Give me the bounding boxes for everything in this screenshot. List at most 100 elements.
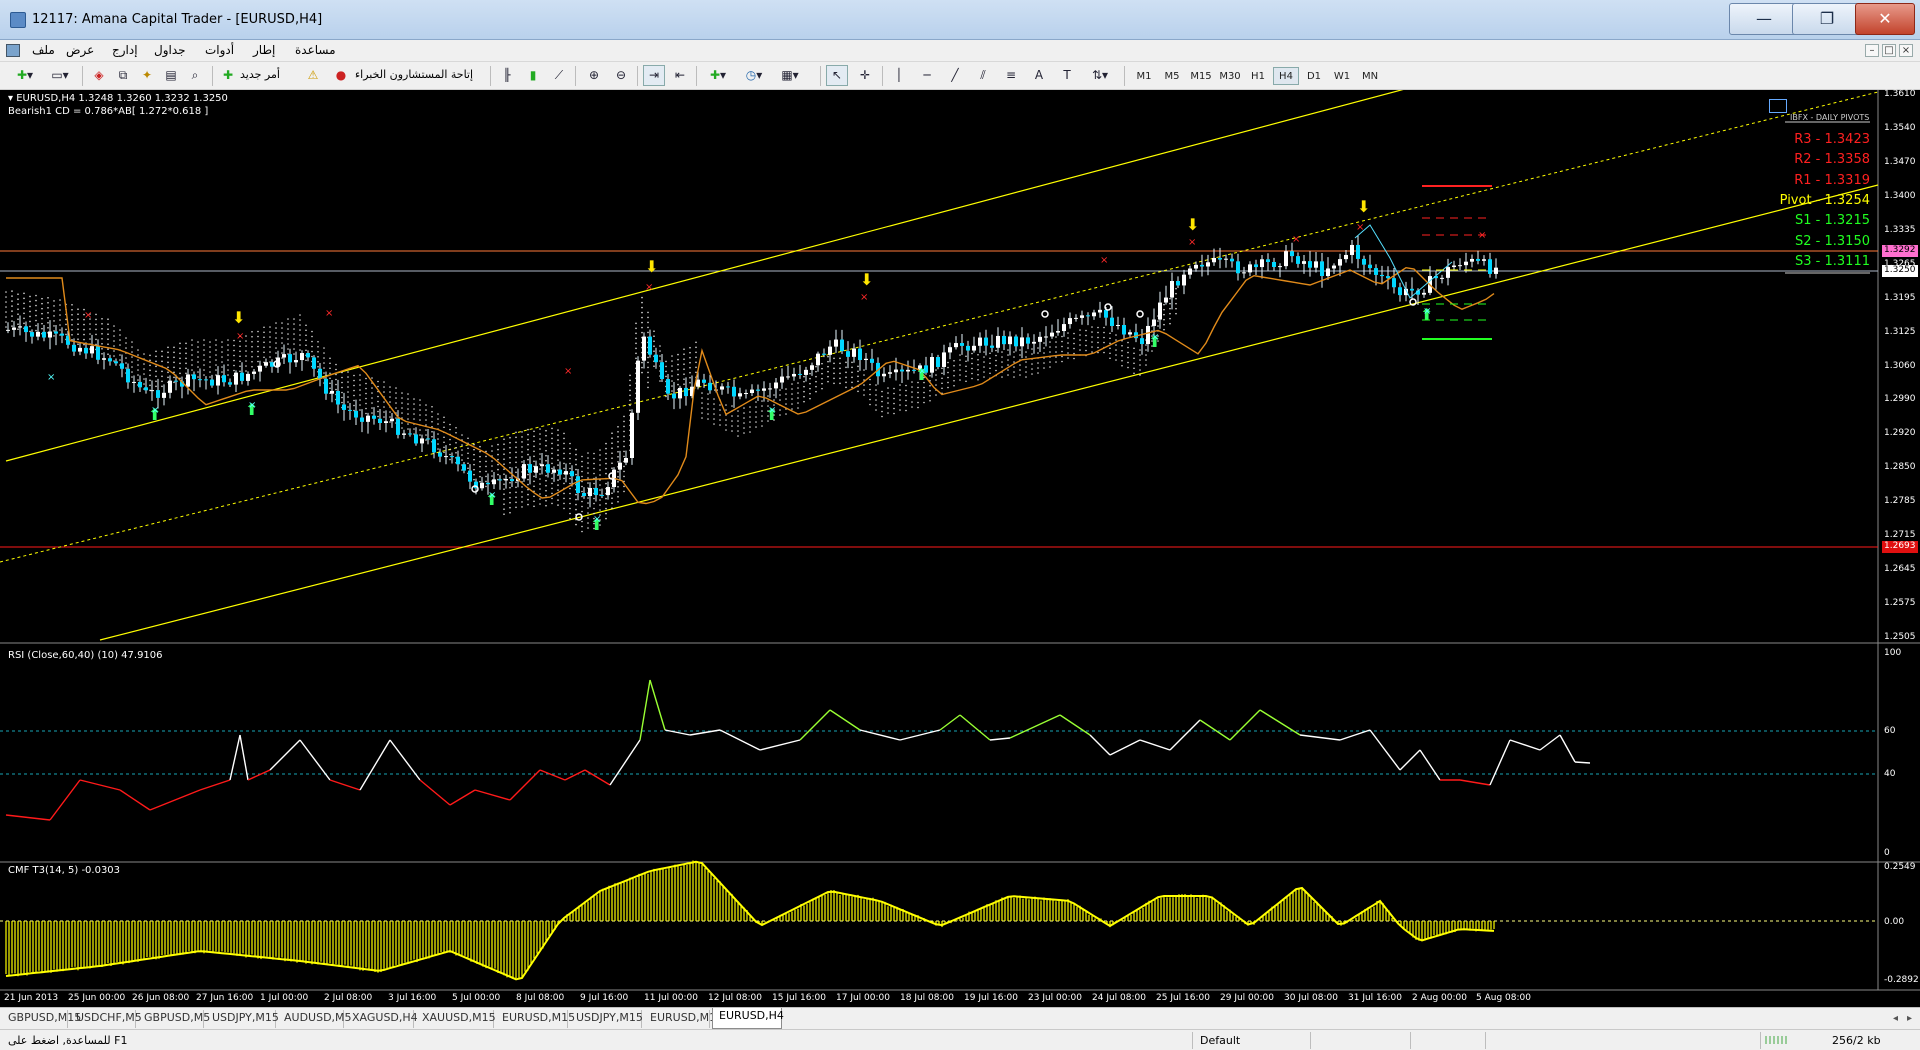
arrows-button[interactable]: ⇅▾ — [1084, 65, 1116, 86]
navigator-button[interactable]: ✦ — [136, 65, 158, 86]
cloud-dot — [545, 489, 547, 492]
cloud-dot — [983, 371, 985, 373]
new-chart-button[interactable]: ✚▾ — [8, 65, 42, 86]
cloud-dot — [47, 316, 49, 319]
auto-scroll-button[interactable]: ⇥ — [643, 65, 665, 86]
profiles-button[interactable]: ▭▾ — [45, 65, 75, 86]
cloud-dot — [569, 502, 571, 505]
timeframe-h4[interactable]: H4 — [1273, 67, 1299, 85]
timeframe-m15[interactable]: M15 — [1187, 67, 1215, 85]
tab-scroll-left-icon[interactable]: ◂ — [1893, 1013, 1898, 1024]
trendline-button[interactable]: ╱ — [944, 65, 966, 86]
maximize-button[interactable]: ❐ — [1792, 3, 1862, 35]
cloud-dot — [323, 352, 325, 354]
tab-usdchf-m5[interactable]: USDCHF,M5 — [70, 1010, 142, 1028]
crosshair-button[interactable]: ✛ — [854, 65, 876, 86]
candle-body — [816, 353, 820, 366]
market-watch-button[interactable]: ◈ — [88, 65, 110, 86]
mdi-minimize-button[interactable]: – — [1865, 44, 1879, 57]
chart-shift-button[interactable]: ⇤ — [669, 65, 691, 86]
tab-usdjpy-m15[interactable]: USDJPY,M15 — [206, 1010, 279, 1028]
expert-advisors-icon-button[interactable]: ● — [330, 65, 352, 86]
cloud-dot — [965, 370, 967, 373]
cloud-dot — [533, 450, 535, 453]
cloud-dot — [23, 302, 25, 305]
tab-gbpusd-m5[interactable]: GBPUSD,M5 — [138, 1010, 210, 1028]
menu-help[interactable]: مساعدة — [295, 43, 336, 57]
zoom-in-button[interactable]: ⊕ — [583, 65, 605, 86]
pivot-level: R1 - 1.3319 — [1794, 172, 1870, 188]
periods-button[interactable]: ◷▾ — [738, 65, 770, 86]
menu-tools[interactable]: أدوات — [205, 43, 234, 57]
cloud-dot — [1163, 303, 1165, 306]
text-button[interactable]: A — [1028, 65, 1050, 86]
fibonacci-button[interactable]: ≡ — [1000, 65, 1022, 86]
data-window-button[interactable]: ⧉ — [112, 65, 134, 86]
timeframe-m30[interactable]: M30 — [1216, 67, 1244, 85]
cloud-dot — [569, 517, 571, 520]
expert-advisors-button[interactable]: إتاحة المستشارون الخبراء — [355, 68, 473, 81]
timeframe-m1[interactable]: M1 — [1131, 67, 1157, 85]
cloud-dot — [107, 348, 109, 351]
tester-button[interactable]: ⌕ — [184, 65, 206, 86]
tab-gbpusd-m15[interactable]: GBPUSD,M15 — [2, 1010, 81, 1028]
text-label-button[interactable]: T — [1056, 65, 1078, 86]
candle-body — [186, 374, 190, 387]
menu-charts[interactable]: جداول — [154, 43, 186, 57]
timeframe-h1[interactable]: H1 — [1245, 67, 1271, 85]
menu-view[interactable]: عرض — [66, 43, 94, 57]
cloud-dot — [1163, 318, 1165, 321]
menu-insert[interactable]: إدارج — [112, 43, 138, 57]
tab-audusd-m5[interactable]: AUDUSD,M5 — [278, 1010, 352, 1028]
timeframe-w1[interactable]: W1 — [1329, 67, 1355, 85]
close-button[interactable]: ✕ — [1855, 3, 1915, 35]
tab-xagusd-h4[interactable]: XAGUSD,H4 — [346, 1010, 418, 1028]
tab-scroll-right-icon[interactable]: ▸ — [1907, 1013, 1912, 1024]
line-chart-button[interactable]: ⟋ — [548, 65, 570, 86]
menu-file[interactable]: ملف — [32, 43, 55, 57]
new-order-button[interactable]: أمر جديد — [240, 68, 280, 81]
cloud-dot — [83, 323, 85, 326]
bar-chart-button[interactable]: ╟ — [496, 65, 518, 86]
terminal-button[interactable]: ▤ — [160, 65, 182, 86]
tab-xauusd-m15[interactable]: XAUUSD,M15 — [416, 1010, 496, 1028]
price-axis-tick: 1.3195 — [1884, 292, 1916, 303]
cloud-dot — [329, 382, 331, 385]
cloud-dot — [479, 460, 481, 463]
cloud-dot — [1079, 334, 1081, 336]
tab-eurusd-m15[interactable]: EURUSD,M15 — [496, 1010, 575, 1028]
price-chart[interactable]: ⬆ ⬆ ⬆ ⬆ ⬆ ⬆ ⬆ ⬆ ⬇ ⬇ ⬇ ⬇ ⬇ × × × × × × × × × × × × × × × × × × × × ▾ EURU… — [0, 89, 1920, 1007]
candle-chart-button[interactable]: ▮ — [522, 65, 544, 86]
candle-body — [318, 368, 322, 379]
zoom-out-button[interactable]: ⊖ — [610, 65, 632, 86]
rsi-line-segment — [1489, 739, 1511, 786]
minimize-button[interactable]: — — [1729, 3, 1799, 35]
cloud-dot — [311, 330, 313, 333]
new-order-icon-button[interactable]: ✚ — [218, 65, 238, 86]
cloud-dot — [137, 369, 139, 371]
cloud-dot — [221, 371, 223, 373]
cloud-dot — [1121, 364, 1123, 367]
timeframe-d1[interactable]: D1 — [1301, 67, 1327, 85]
menu-window[interactable]: إطار — [253, 43, 275, 57]
cloud-dot — [515, 466, 517, 469]
timeframe-mn[interactable]: MN — [1357, 67, 1383, 85]
vertical-line-button[interactable]: │ — [888, 65, 910, 86]
mdi-close-button[interactable]: × — [1899, 44, 1913, 57]
timeframe-m5[interactable]: M5 — [1159, 67, 1185, 85]
tab-eurusd-m1[interactable]: EURUSD,M1 — [644, 1010, 716, 1028]
candle-body — [402, 433, 406, 435]
equidistant-channel-button[interactable]: ⫽ — [972, 65, 994, 86]
templates-button[interactable]: ▦▾ — [774, 65, 806, 86]
chart-window-icon[interactable] — [6, 44, 20, 57]
candle-body — [114, 361, 118, 364]
mdi-restore-button[interactable]: □ — [1882, 44, 1896, 57]
candle-body — [894, 369, 898, 373]
metaeditor-button[interactable]: ⚠ — [302, 65, 324, 86]
tab-usdjpy-m15[interactable]: USDJPY,M15 — [570, 1010, 643, 1028]
horizontal-line-button[interactable]: ─ — [916, 65, 938, 86]
cursor-button[interactable]: ↖ — [826, 65, 848, 86]
indicators-button[interactable]: ✚▾ — [702, 65, 734, 86]
price-axis-tick: 1.3470 — [1884, 156, 1916, 167]
tab-eurusd-h4[interactable]: EURUSD,H4 — [712, 1008, 784, 1029]
